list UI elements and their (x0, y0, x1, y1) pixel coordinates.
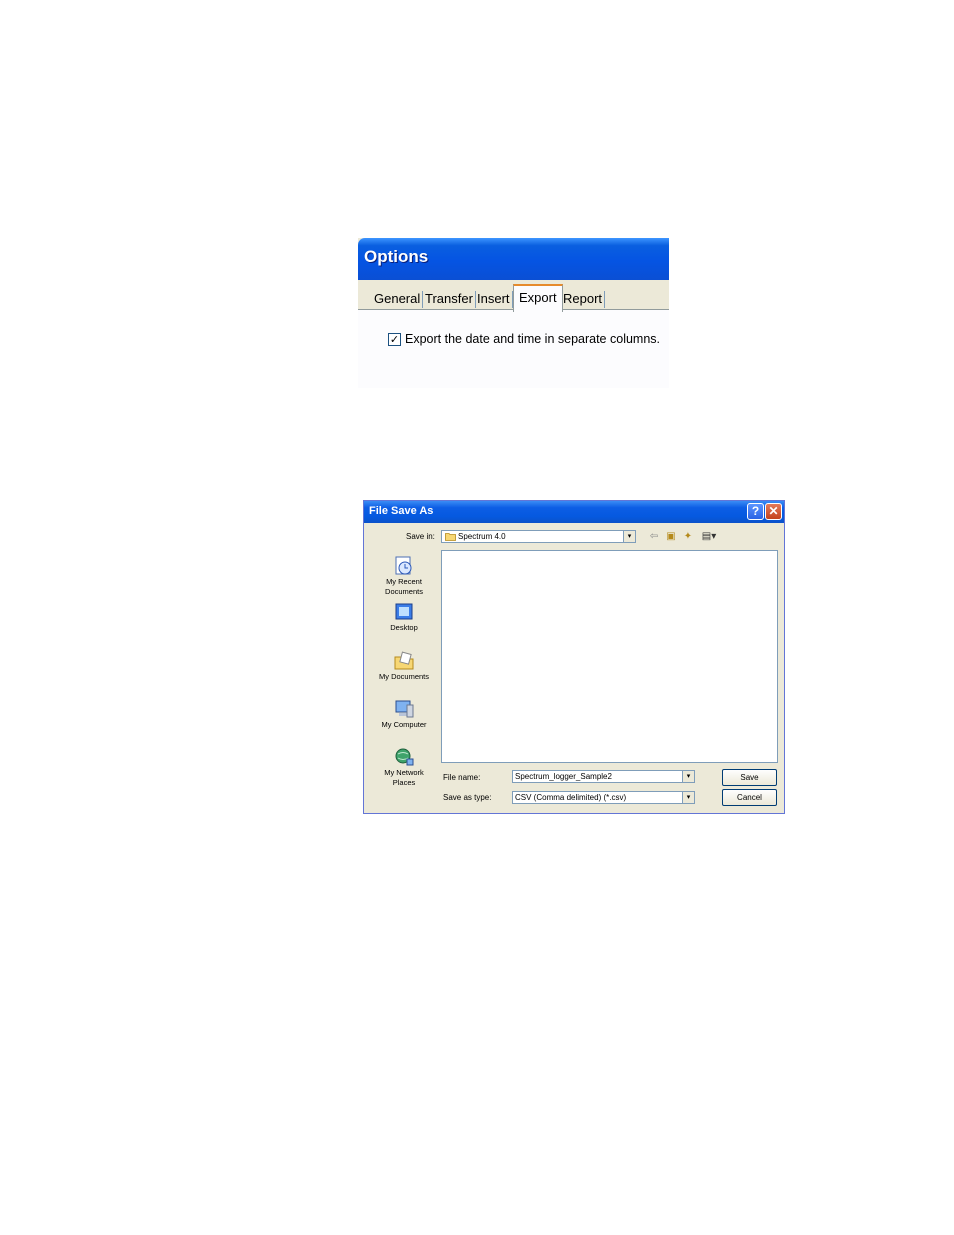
places-my-computer[interactable]: My Computer (372, 699, 436, 729)
save-in-dropdown[interactable]: Spectrum 4.0 ▾ (441, 530, 636, 543)
back-icon[interactable]: ⇦ (647, 531, 661, 543)
places-desktop[interactable]: Desktop (372, 602, 436, 632)
file-save-as-dialog: File Save As ? ✕ Save in: Spectrum 4.0 ▾… (363, 500, 785, 814)
chevron-down-icon[interactable]: ▾ (682, 792, 694, 803)
chevron-down-icon[interactable]: ▾ (682, 771, 694, 782)
options-dialog: Options General Transfer Insert Export R… (358, 238, 669, 388)
export-date-time-label[interactable]: Export the date and time in separate col… (405, 332, 660, 346)
places-my-documents[interactable]: My Documents (372, 651, 436, 681)
save-as-type-label: Save as type: (443, 793, 492, 802)
cancel-button[interactable]: Cancel (722, 789, 777, 806)
close-button[interactable]: ✕ (765, 503, 782, 520)
help-button[interactable]: ? (747, 503, 764, 520)
save-in-value: Spectrum 4.0 (458, 532, 506, 541)
places-label: My Network (384, 768, 424, 777)
file-name-value: Spectrum_logger_Sample2 (515, 772, 612, 781)
options-title: Options (364, 247, 429, 266)
file-name-input[interactable]: Spectrum_logger_Sample2 ▾ (512, 770, 695, 783)
folder-icon (445, 533, 456, 541)
tab-insert[interactable]: Insert (477, 288, 512, 310)
save-button[interactable]: Save (722, 769, 777, 786)
new-folder-icon[interactable]: ✦ (681, 531, 695, 543)
save-as-type-value: CSV (Comma delimited) (*.csv) (515, 793, 627, 802)
places-label: My Recent (386, 577, 422, 586)
recent-documents-icon (395, 556, 412, 575)
up-folder-icon[interactable]: ▣ (664, 531, 678, 543)
save-dialog-title: File Save As (369, 505, 434, 517)
save-in-label: Save in: (406, 532, 435, 541)
save-dialog-title-bar[interactable]: File Save As ? ✕ (364, 501, 784, 523)
tab-export[interactable]: Export (513, 284, 563, 312)
tab-report[interactable]: Report (563, 288, 606, 310)
places-label-line2: Documents (385, 587, 423, 596)
places-label: My Computer (381, 720, 427, 729)
network-places-icon (395, 748, 414, 766)
places-label: My Documents (378, 672, 429, 681)
file-name-label: File name: (443, 773, 481, 782)
places-label-line2: Places (392, 778, 416, 787)
places-recent-documents[interactable]: My Recent Documents (372, 556, 436, 596)
file-list[interactable] (441, 550, 778, 763)
desktop-icon (395, 603, 413, 620)
my-documents-icon (394, 651, 414, 670)
places-network[interactable]: My Network Places (372, 747, 436, 787)
export-tab-panel (358, 310, 669, 388)
export-date-time-checkbox[interactable]: ✓ (388, 333, 401, 346)
options-title-bar[interactable]: Options (358, 238, 669, 280)
save-as-type-dropdown[interactable]: CSV (Comma delimited) (*.csv) ▾ (512, 791, 695, 804)
places-label: Desktop (390, 623, 418, 632)
tab-transfer[interactable]: Transfer (425, 288, 476, 310)
my-computer-icon (395, 700, 414, 718)
tab-general[interactable]: General (374, 288, 424, 310)
chevron-down-icon[interactable]: ▾ (623, 531, 635, 542)
view-menu-icon[interactable]: ▤▾ (698, 531, 720, 543)
